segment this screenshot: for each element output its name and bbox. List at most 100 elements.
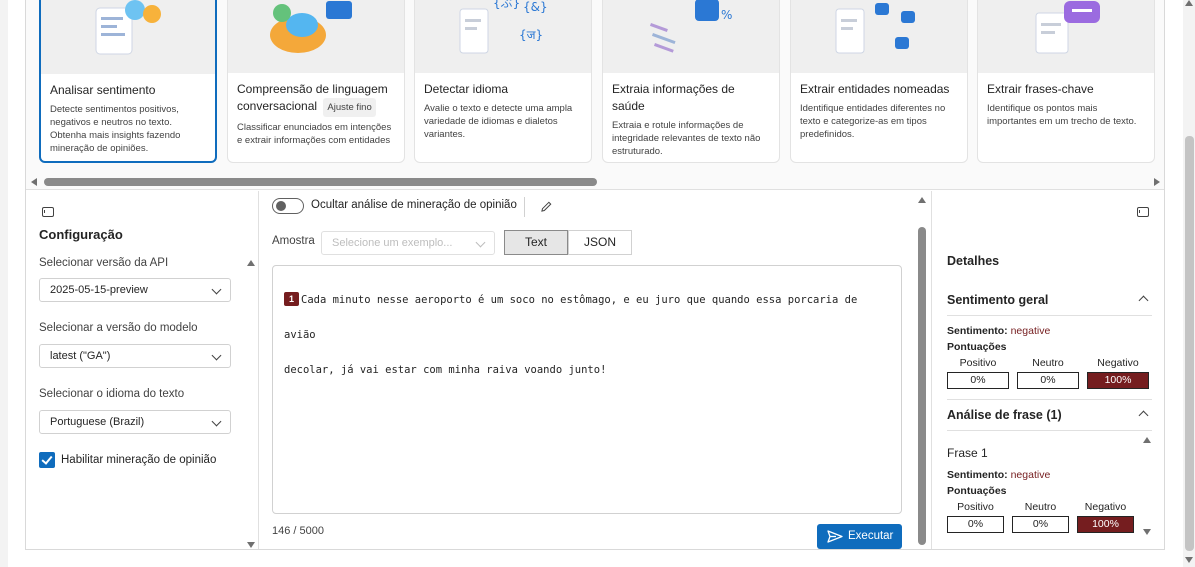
page-scrollbar[interactable] (1183, 0, 1195, 567)
page-scroll-thumb[interactable] (1185, 136, 1194, 551)
model-version-label: Selecionar a versão do modelo (39, 322, 198, 334)
scores-label: Pontuações (947, 341, 1007, 353)
divider (524, 197, 525, 217)
scroll-right-icon[interactable] (1154, 178, 1160, 186)
api-version-select[interactable]: 2025-05-15-preview (39, 278, 231, 302)
sample-select[interactable]: Selecione um exemplo... (321, 231, 495, 255)
negative-label: Negativo (1084, 501, 1127, 513)
scroll-up-icon[interactable] (1143, 437, 1151, 443)
sentence-sentiment-value: Sentimento: negative (947, 469, 1051, 481)
svg-text:{ぶ}: {ぶ} (493, 0, 520, 10)
scroll-up-icon[interactable] (1185, 0, 1193, 6)
opinion-mining-checkbox[interactable] (39, 452, 55, 468)
card-title: Analisar sentimento (50, 83, 156, 97)
overall-sentiment-value: Sentimento: negative (947, 325, 1051, 337)
sentence-neutral-score: 0% (1012, 516, 1069, 533)
editor-scroll-thumb[interactable] (918, 227, 926, 545)
svg-text:%: % (721, 8, 732, 22)
neutral-label: Neutro (1024, 501, 1057, 513)
card-key-phrases[interactable]: Extrair frases-chave Identifique os pont… (977, 0, 1155, 163)
scroll-down-icon[interactable] (247, 542, 255, 548)
run-button[interactable]: Executar (817, 524, 902, 549)
card-description: Detecte sentimentos positivos, negativos… (50, 104, 181, 154)
sentence-analysis-title[interactable]: Análise de frase (1) (947, 408, 1062, 422)
svg-text:{ज}: {ज} (519, 28, 543, 42)
card-analyze-sentiment[interactable]: Analisar sentimento Detecte sentimentos … (39, 0, 217, 163)
chevron-down-icon (211, 416, 222, 427)
positive-score: 0% (947, 372, 1009, 389)
card-description: Identifique entidades diferentes no text… (800, 103, 946, 140)
text-editor[interactable]: 1 Cada minuto nesse aeroporto é um soco n… (272, 265, 902, 514)
card-named-entities[interactable]: Extrair entidades nomeadas Identifique e… (790, 0, 968, 163)
text-language-select[interactable]: Portuguese (Brazil) (39, 410, 231, 434)
card-title: Extraia informações de saúde (612, 82, 735, 113)
model-version-select[interactable]: latest ("GA") (39, 344, 231, 368)
character-count: 146 / 5000 (272, 525, 324, 537)
opinion-mining-label: Habilitar mineração de opinião (61, 454, 217, 466)
expand-panel-icon[interactable] (1137, 207, 1149, 217)
hide-opinion-toggle[interactable] (272, 198, 304, 214)
neutral-score: 0% (1017, 372, 1079, 389)
chevron-down-icon (211, 350, 222, 361)
section-divider (947, 399, 1152, 400)
card-title: Extrair entidades nomeadas (800, 82, 950, 96)
sentence-scrollbar[interactable] (1142, 435, 1152, 539)
sentence-scores-label: Pontuações (947, 485, 1007, 497)
card-detect-language[interactable]: {ぶ} {&} {ज} Detectar idioma Avalie o tex… (414, 0, 592, 163)
scroll-down-icon[interactable] (1185, 557, 1193, 563)
card-title: Compreensão de linguagem conversacional … (237, 81, 395, 117)
positive-label: Positivo (959, 357, 997, 369)
tab-text[interactable]: Text (504, 230, 568, 255)
sentence-title: Frase 1 (947, 446, 988, 460)
sample-label: Amostra (272, 235, 315, 247)
api-version-label: Selecionar versão da API (39, 257, 169, 269)
sentence-positive-score: 0% (947, 516, 1004, 533)
editor-content[interactable]: 1 Cada minuto nesse aeroporto é um soco n… (284, 283, 889, 388)
chevron-down-icon (211, 284, 222, 295)
overall-sentiment-title[interactable]: Sentimento geral (947, 293, 1048, 307)
card-conversational-language[interactable]: Compreensão de linguagem conversacional … (227, 0, 405, 163)
card-description: Avalie o texto e detecte uma ampla varie… (424, 103, 573, 140)
card-title: Extrair frases-chave (987, 82, 1094, 96)
sentence-negative-score: 100% (1077, 516, 1134, 533)
sentence-number-badge: 1 (284, 292, 299, 306)
card-description: Extraia e rotule informações de integrid… (612, 120, 761, 157)
chevron-up-icon[interactable] (1138, 295, 1149, 306)
collapse-panel-icon[interactable] (42, 207, 54, 217)
configuration-panel: Configuração Selecionar versão da API 20… (26, 191, 259, 549)
details-panel: Detalhes Sentimento geral Sentimento: ne… (931, 191, 1164, 549)
card-title: Detectar idioma (424, 82, 509, 96)
card-description: Identifique os pontos mais importantes e… (987, 103, 1137, 127)
editor-scrollbar[interactable] (917, 195, 927, 549)
card-health-info[interactable]: % Extraia informações de saúde Extraia e… (602, 0, 780, 163)
entities-illustration-icon (791, 0, 967, 73)
card-description: Classificar enunciados em intenções e ex… (237, 122, 392, 146)
fine-tune-tag: Ajuste fino (323, 98, 376, 117)
chevron-down-icon (475, 237, 486, 248)
negative-score: 100% (1087, 372, 1149, 389)
chevron-up-icon[interactable] (1138, 410, 1149, 421)
chat-bubbles-icon (228, 0, 404, 73)
neutral-label: Neutro (1032, 357, 1064, 369)
scroll-up-icon[interactable] (918, 197, 926, 203)
cards-scroll-thumb[interactable] (44, 178, 597, 186)
negative-label: Negativo (1097, 357, 1139, 369)
positive-label: Positivo (957, 501, 994, 513)
pencil-icon[interactable] (541, 201, 552, 212)
scroll-left-icon[interactable] (31, 178, 37, 186)
details-title: Detalhes (947, 254, 1000, 268)
section-divider (947, 315, 1152, 316)
send-icon (827, 530, 843, 543)
cards-horizontal-scrollbar[interactable] (26, 176, 1164, 188)
capability-cards: Analisar sentimento Detecte sentimentos … (26, 0, 1164, 190)
scroll-down-icon[interactable] (1143, 529, 1151, 535)
toggle-label: Ocultar análise de mineração de opinião (311, 199, 517, 211)
left-edge (0, 0, 8, 567)
tab-json[interactable]: JSON (568, 230, 632, 255)
svg-text:{&}: {&} (523, 0, 548, 14)
scroll-up-icon[interactable] (247, 260, 255, 266)
config-title: Configuração (39, 227, 123, 242)
editor-line: decolar, já vai estar com minha raiva vo… (284, 364, 607, 376)
editor-line: 1 Cada minuto nesse aeroporto é um soco n… (284, 292, 858, 341)
editor-panel: Ocultar análise de mineração de opinião … (260, 191, 930, 549)
